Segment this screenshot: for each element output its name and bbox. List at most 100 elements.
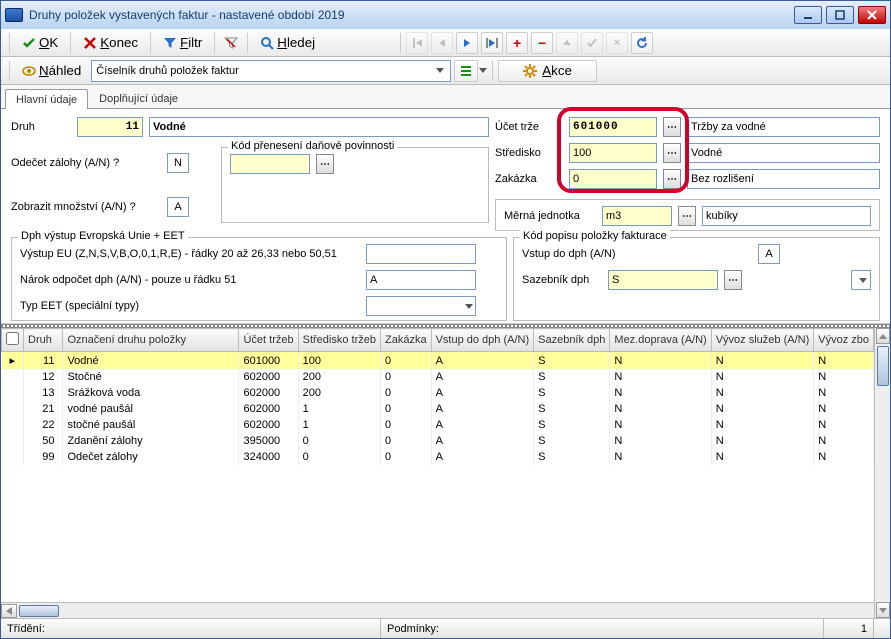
scroll-thumb[interactable] — [19, 605, 59, 617]
col-mezdop[interactable]: Mez.doprava (A/N) — [610, 329, 711, 352]
saz-field[interactable]: S — [608, 270, 718, 290]
stred-lookup-button[interactable]: ⋯ — [663, 143, 681, 163]
kodpren-field[interactable] — [230, 154, 310, 174]
tab-doplnujici[interactable]: Doplňující údaje — [88, 88, 189, 108]
cell: A — [431, 401, 534, 417]
preset-combo[interactable]: Číselník druhů položek faktur — [91, 60, 451, 82]
mj-desc: kubíky — [702, 206, 871, 226]
nahled-button[interactable]: Náhled — [15, 60, 88, 82]
row-marker — [2, 401, 24, 417]
nav-prev-button[interactable] — [431, 32, 453, 54]
akce-button[interactable]: Akce — [498, 60, 597, 82]
table-row[interactable]: 12Stočné6020002000ASNNN — [2, 369, 874, 385]
scroll-down-icon[interactable] — [876, 602, 890, 618]
grid-corner[interactable] — [2, 329, 24, 352]
odecet-label: Odečet zálohy (A/N) ? — [11, 157, 161, 169]
zak-label: Zakázka — [495, 173, 563, 185]
druh-code-field[interactable]: 11 — [77, 117, 143, 137]
vstup-field[interactable]: A — [758, 244, 780, 264]
filter-icon — [163, 36, 177, 50]
col-vstup[interactable]: Vstup do dph (A/N) — [431, 329, 534, 352]
cell: 50 — [24, 433, 63, 449]
narok-label: Nárok odpočet dph (A/N) - pouze u řádku … — [20, 274, 360, 286]
col-stredisko[interactable]: Středisko tržeb — [298, 329, 380, 352]
col-oznaceni[interactable]: Označení druhu položky — [63, 329, 239, 352]
col-sazebnik[interactable]: Sazebník dph — [534, 329, 610, 352]
nav-cancel-button[interactable]: × — [606, 32, 628, 54]
scroll-left-icon[interactable] — [1, 604, 17, 618]
cell: 0 — [298, 433, 380, 449]
col-druh[interactable]: Druh — [24, 329, 63, 352]
saz-lookup-button[interactable]: ⋯ — [724, 270, 742, 290]
cell: N — [711, 401, 814, 417]
close-button[interactable] — [858, 6, 886, 24]
nav-last-button[interactable] — [481, 32, 503, 54]
cell: 12 — [24, 369, 63, 385]
nav-delete-button[interactable]: − — [531, 32, 553, 54]
table-row[interactable]: ▸11Vodné6010001000ASNNN — [2, 352, 874, 370]
table-row[interactable]: 50Zdanění zálohy39500000ASNNN — [2, 433, 874, 449]
druh-name-field[interactable]: Vodné — [149, 117, 489, 137]
nav-up-button[interactable] — [556, 32, 578, 54]
narok-field[interactable]: A — [366, 270, 476, 290]
nav-confirm-button[interactable] — [581, 32, 603, 54]
select-all-checkbox[interactable] — [6, 332, 19, 345]
nav-next-button[interactable] — [456, 32, 478, 54]
minimize-button[interactable] — [794, 6, 822, 24]
konec-button[interactable]: Konec — [76, 32, 145, 54]
grid-header-row: Druh Označení druhu položky Účet tržeb S… — [2, 329, 874, 352]
cell: 324000 — [239, 449, 298, 465]
col-vyvozzb[interactable]: Vývoz zbo — [814, 329, 874, 352]
mj-lookup-button[interactable]: ⋯ — [678, 206, 696, 226]
zak-lookup-button[interactable]: ⋯ — [663, 169, 681, 189]
cell: Zdanění zálohy — [63, 433, 239, 449]
scroll-up-icon[interactable] — [876, 328, 890, 344]
zak-field[interactable]: 0 — [569, 169, 657, 189]
table-row[interactable]: 13Srážková voda6020002000ASNNN — [2, 385, 874, 401]
saz-combo-dd[interactable] — [851, 270, 871, 290]
scroll-thumb[interactable] — [877, 346, 889, 386]
ucet-lookup-button[interactable]: ⋯ — [663, 117, 681, 137]
horizontal-scrollbar[interactable] — [1, 602, 890, 618]
ok-button[interactable]: OOKK — [15, 32, 65, 54]
filter-clear-button[interactable] — [220, 32, 242, 54]
filtr-button[interactable]: Filtr — [156, 32, 209, 54]
kodpren-lookup-button[interactable]: ⋯ — [316, 154, 334, 174]
eye-icon — [22, 64, 36, 78]
vstup-label: Vstup do dph (A/N) — [522, 248, 752, 260]
typeet-combo[interactable] — [366, 296, 476, 316]
table-row[interactable]: 21vodné paušál60200010ASNNN — [2, 401, 874, 417]
cell: N — [610, 449, 711, 465]
tab-hlavni[interactable]: Hlavní údaje — [5, 89, 88, 109]
odecet-field[interactable]: N — [167, 153, 189, 173]
zak-desc: Bez rozlišení — [687, 169, 880, 189]
vystup-field[interactable] — [366, 244, 476, 264]
chevron-down-icon[interactable] — [479, 68, 487, 73]
status-count: 1 — [824, 619, 874, 638]
hledej-button[interactable]: Hledej — [253, 32, 322, 54]
nav-refresh-button[interactable] — [631, 32, 653, 54]
cell: 0 — [380, 352, 431, 370]
data-grid: Druh Označení druhu položky Účet tržeb S… — [1, 328, 890, 618]
table-row[interactable]: 99Odečet zálohy32400000ASNNN — [2, 449, 874, 465]
cell: 602000 — [239, 401, 298, 417]
col-zakazka[interactable]: Zakázka — [380, 329, 431, 352]
typeet-label: Typ EET (speciální typy) — [20, 300, 360, 312]
cell: N — [814, 401, 874, 417]
nav-add-button[interactable]: + — [506, 32, 528, 54]
list-options-button[interactable] — [454, 60, 478, 82]
col-vyvozsl[interactable]: Vývoz služeb (A/N) — [711, 329, 814, 352]
ucet-field[interactable]: 601000 — [569, 117, 657, 137]
table-row[interactable]: 22stočné paušál60200010ASNNN — [2, 417, 874, 433]
zobrazit-field[interactable]: A — [167, 197, 189, 217]
maximize-button[interactable] — [826, 6, 854, 24]
cell: 22 — [24, 417, 63, 433]
cell: 1 — [298, 417, 380, 433]
form-panel: Druh 11 Vodné Odečet zálohy (A/N) ? N Zo… — [1, 109, 890, 324]
stred-field[interactable]: 100 — [569, 143, 657, 163]
row-marker — [2, 433, 24, 449]
nav-first-button[interactable] — [406, 32, 428, 54]
vertical-scrollbar[interactable] — [874, 328, 890, 618]
mj-field[interactable]: m3 — [602, 206, 672, 226]
col-ucet[interactable]: Účet tržeb — [239, 329, 298, 352]
